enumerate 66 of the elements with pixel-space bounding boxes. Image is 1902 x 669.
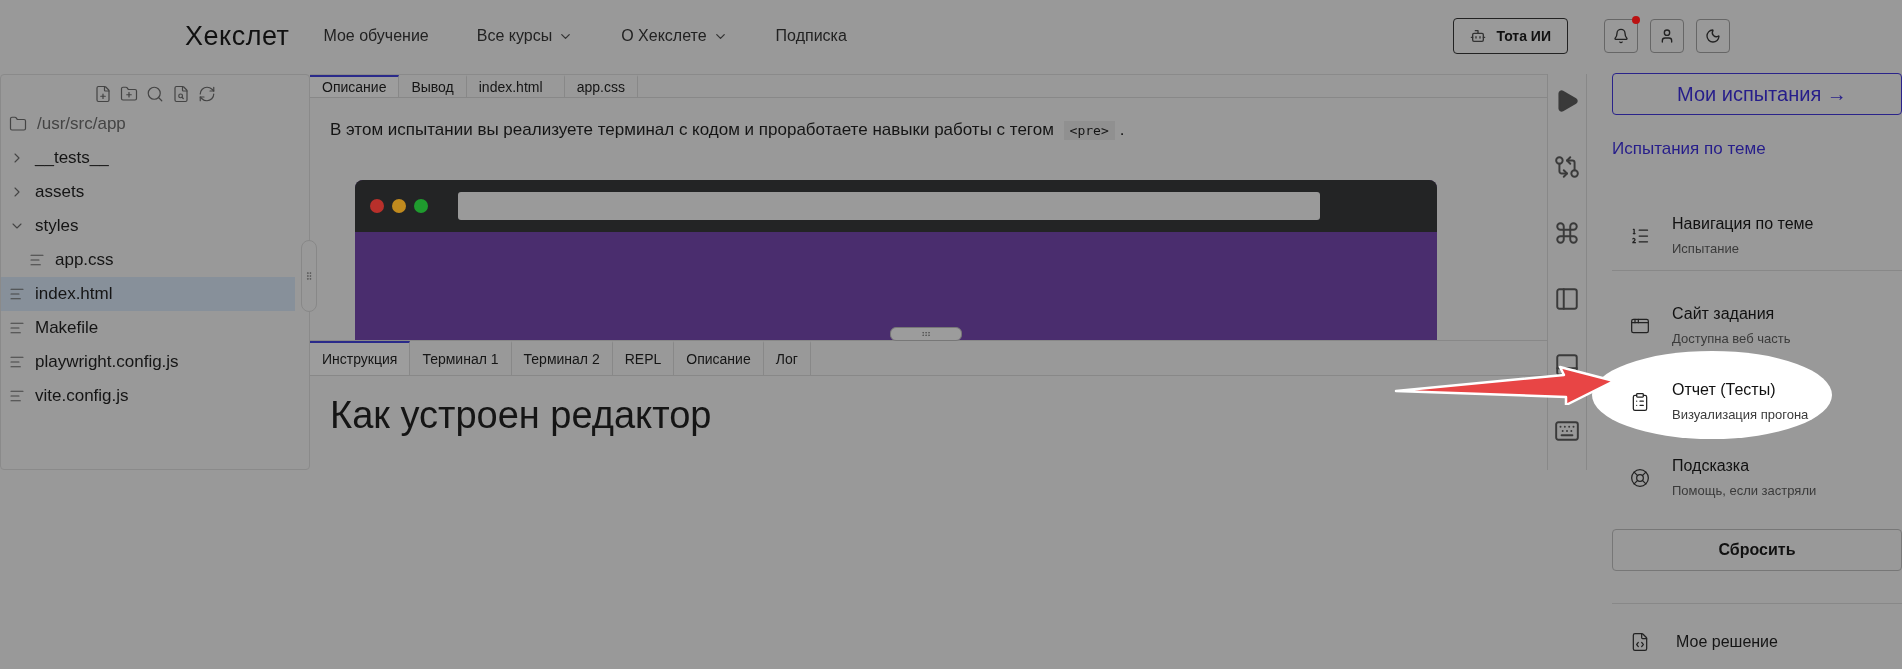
- nav-link[interactable]: Подписка: [775, 27, 847, 45]
- reset-button[interactable]: Сбросить: [1612, 529, 1902, 571]
- compare-arrows-icon[interactable]: [1554, 154, 1580, 180]
- file-tree-item[interactable]: assets: [1, 175, 295, 209]
- file-search-icon[interactable]: [172, 85, 190, 103]
- new-folder-icon[interactable]: [120, 85, 138, 103]
- logo[interactable]: Хекслет: [185, 20, 290, 52]
- sidebar-item-subtitle: Помощь, если застряли: [1672, 483, 1817, 498]
- text-file-icon: [9, 388, 25, 404]
- panel-tab[interactable]: Лог: [763, 341, 811, 375]
- text-file-icon: [29, 252, 45, 268]
- resize-handle[interactable]: [301, 240, 317, 312]
- clipboard-icon: [1630, 391, 1650, 412]
- file-tree-item[interactable]: __tests__: [1, 141, 295, 175]
- moon-icon: [1705, 28, 1721, 44]
- nav-link[interactable]: Мое обучение: [323, 27, 429, 45]
- nav-link[interactable]: О Хекслете: [621, 27, 728, 45]
- panel-tab[interactable]: Описание: [674, 341, 764, 375]
- theme-button[interactable]: [1696, 19, 1730, 53]
- file-tree-item[interactable]: vite.config.js: [1, 379, 295, 413]
- editor-tab[interactable]: index.html: [466, 75, 565, 97]
- file-tree-item[interactable]: index.html: [1, 277, 295, 311]
- panel-tab[interactable]: Терминал 2: [511, 341, 613, 375]
- user-icon: [1659, 28, 1675, 44]
- bell-icon: [1613, 28, 1629, 44]
- sidebar-item-title[interactable]: Навигация по теме: [1672, 215, 1814, 233]
- ai-assistant-button[interactable]: Тота ИИ: [1453, 18, 1568, 54]
- new-file-icon[interactable]: [94, 85, 112, 103]
- sidebar-item-subtitle: Испытание: [1672, 241, 1740, 256]
- refresh-icon[interactable]: [198, 85, 216, 103]
- description-text: В этом испытании вы реализуете терминал с кодом и проработаете навыки работы с тегом <pre> .: [330, 120, 1126, 140]
- file-tree-item[interactable]: app.css: [1, 243, 295, 277]
- resize-handle[interactable]: [890, 327, 962, 341]
- file-tree-item[interactable]: styles: [1, 209, 295, 243]
- text-file-icon: [9, 354, 25, 370]
- lifebuoy-icon: [1630, 467, 1650, 488]
- profile-button[interactable]: [1650, 19, 1684, 53]
- notifications-button[interactable]: [1604, 19, 1638, 53]
- panel-tab[interactable]: Терминал 1: [410, 341, 512, 375]
- sidebar-item-title[interactable]: Подсказка: [1672, 457, 1817, 475]
- robot-icon: [1470, 28, 1487, 44]
- panel-tab[interactable]: REPL: [612, 341, 675, 375]
- sidebar-item-subtitle: Визуализация прогона: [1672, 407, 1809, 422]
- folder-icon: [9, 115, 27, 133]
- editor-tab[interactable]: Вывод: [399, 75, 467, 97]
- sidebar-item-subtitle: Доступна веб часть: [1672, 331, 1791, 346]
- file-tree-item[interactable]: Makefile: [1, 311, 295, 345]
- text-file-icon: [9, 320, 25, 336]
- instruction-heading: Как устроен редактор: [330, 394, 713, 437]
- text-file-icon: [9, 286, 25, 302]
- topic-challenges-link[interactable]: Испытания по теме: [1612, 139, 1902, 159]
- file-tree-item[interactable]: playwright.config.js: [1, 345, 295, 379]
- sidebar-item-title[interactable]: Отчет (Тесты): [1672, 381, 1809, 399]
- editor-tab[interactable]: app.css: [564, 75, 638, 97]
- root-path: /usr/src/app: [37, 114, 126, 134]
- panel-tab[interactable]: Инструкция: [310, 341, 411, 375]
- code-file-icon: [1630, 632, 1650, 652]
- nav-link[interactable]: Все курсы: [476, 27, 574, 45]
- sidebar-item-title[interactable]: Сайт задания: [1672, 305, 1791, 323]
- editor-tab[interactable]: Описание: [310, 75, 400, 97]
- my-solution-link[interactable]: Мое решение: [1612, 632, 1902, 652]
- command-icon[interactable]: [1554, 220, 1580, 246]
- my-challenges-button[interactable]: Мои испытания →: [1612, 73, 1902, 115]
- keyboard-icon[interactable]: [1554, 418, 1580, 444]
- search-icon[interactable]: [146, 85, 164, 103]
- left-panel-icon[interactable]: [1554, 286, 1580, 312]
